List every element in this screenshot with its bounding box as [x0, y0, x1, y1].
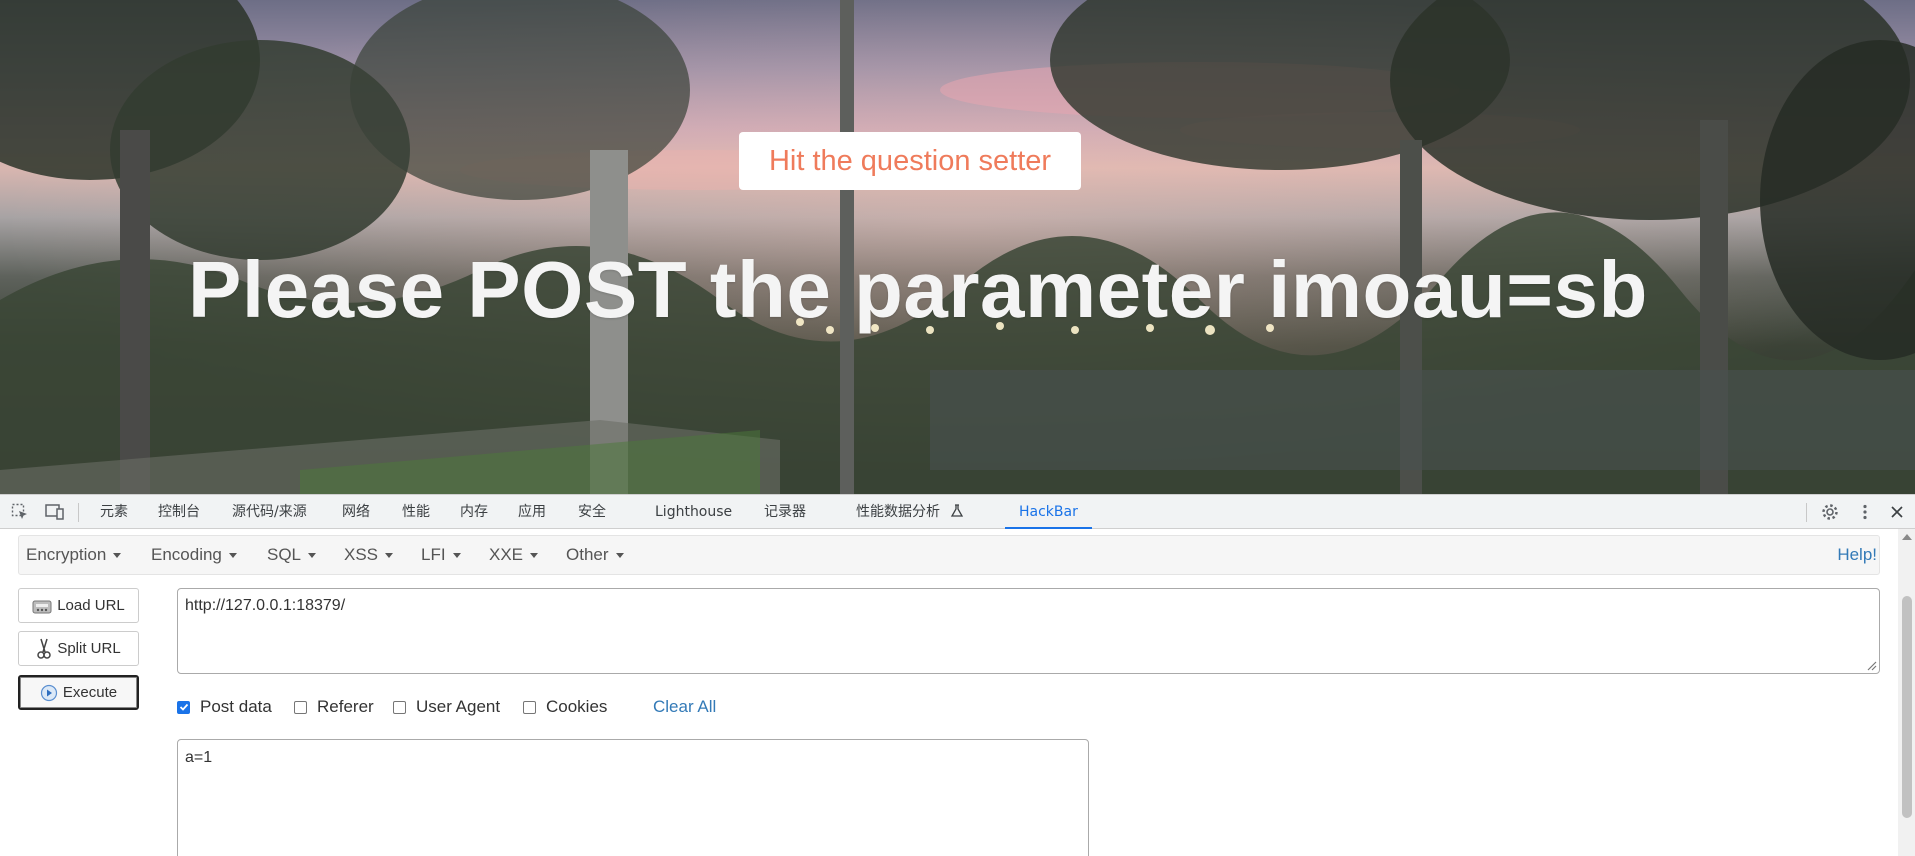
menu-encoding[interactable]: Encoding [151, 536, 237, 574]
caret-down-icon [228, 553, 237, 559]
menu-lfi[interactable]: LFI [421, 536, 461, 574]
checkbox-unchecked[interactable] [393, 700, 406, 714]
menu-encryption[interactable]: Encryption [26, 536, 122, 574]
checkbox-unchecked[interactable] [523, 700, 536, 714]
caret-down-icon [452, 553, 461, 559]
cookies-label: Cookies [546, 697, 608, 716]
caret-down-icon [530, 553, 539, 559]
menu-xxe[interactable]: XXE [489, 536, 539, 574]
load-url-button[interactable]: Load URL [18, 588, 139, 623]
user-agent-label: User Agent [416, 697, 501, 716]
menu-sql[interactable]: SQL [267, 536, 317, 574]
tab-console[interactable]: 控制台 [158, 495, 200, 529]
post-data-toggle[interactable]: Post data [177, 692, 272, 722]
more-options-icon[interactable] [1855, 503, 1875, 521]
menu-xss[interactable]: XSS [344, 536, 394, 574]
tab-sources[interactable]: 源代码/来源 [232, 495, 307, 529]
devtools-tab-bar: 元素 控制台 源代码/来源 网络 性能 内存 应用 安全 Lighthouse … [0, 494, 1915, 529]
page-headline: Please POST the parameter imoau=sb [188, 245, 1648, 334]
close-devtools-icon[interactable] [1887, 503, 1907, 521]
referer-toggle[interactable]: Referer [294, 692, 374, 722]
play-icon [40, 684, 57, 701]
hackbar-menu-bar: Encryption Encoding SQL XSS LFI XXE Othe… [18, 535, 1880, 575]
hackbar-panel: Encryption Encoding SQL XSS LFI XXE Othe… [0, 529, 1898, 856]
caret-down-icon [615, 553, 624, 559]
user-agent-toggle[interactable]: User Agent [393, 692, 500, 722]
tab-performance-insights-label: 性能数据分析 [856, 504, 940, 520]
caret-down-icon [308, 553, 317, 559]
split-url-label: Split URL [57, 640, 121, 657]
referer-label: Referer [317, 697, 374, 716]
hit-question-setter-button[interactable]: Hit the question setter [739, 132, 1081, 190]
help-link[interactable]: Help! [1837, 536, 1877, 574]
post-data-input[interactable]: a=1 [177, 739, 1089, 856]
page-viewport: Hit the question setter Please POST the … [0, 0, 1915, 494]
url-input[interactable]: http://127.0.0.1:18379/ [177, 588, 1880, 674]
menu-xss-label: XSS [344, 545, 379, 564]
checkbox-checked[interactable] [177, 700, 190, 714]
tab-lighthouse[interactable]: Lighthouse [655, 495, 732, 529]
clear-all-link[interactable]: Clear All [653, 692, 716, 722]
post-data-label: Post data [200, 697, 272, 716]
tab-recorder[interactable]: 记录器 [764, 495, 806, 529]
menu-encoding-label: Encoding [151, 545, 222, 564]
checkbox-unchecked[interactable] [294, 700, 307, 714]
tab-network[interactable]: 网络 [342, 495, 370, 529]
tab-hackbar[interactable]: HackBar [1005, 495, 1092, 529]
caret-down-icon [113, 553, 122, 559]
menu-lfi-label: LFI [421, 545, 446, 564]
settings-gear-icon[interactable] [1820, 503, 1840, 521]
experiment-flask-icon [951, 504, 964, 517]
device-toolbar-icon[interactable] [45, 503, 65, 521]
menu-other-label: Other [566, 545, 609, 564]
split-url-button[interactable]: Split URL [18, 631, 139, 666]
scissors-icon [37, 638, 52, 659]
tab-performance[interactable]: 性能 [402, 495, 430, 529]
cookies-toggle[interactable]: Cookies [523, 692, 607, 722]
tab-security[interactable]: 安全 [578, 495, 606, 529]
tab-memory[interactable]: 内存 [460, 495, 488, 529]
resize-handle-icon[interactable] [1866, 660, 1877, 671]
inspect-element-icon[interactable] [10, 503, 30, 521]
tab-performance-insights[interactable]: 性能数据分析 [856, 495, 964, 529]
menu-xxe-label: XXE [489, 545, 524, 564]
toolbar-divider [1806, 503, 1807, 522]
menu-other[interactable]: Other [566, 536, 624, 574]
execute-button[interactable]: Execute [18, 675, 139, 710]
load-url-label: Load URL [57, 597, 125, 614]
tab-elements[interactable]: 元素 [100, 495, 128, 529]
scrollbar-thumb[interactable] [1902, 596, 1912, 818]
load-url-icon [32, 600, 52, 613]
caret-down-icon [385, 553, 394, 559]
tab-application[interactable]: 应用 [518, 495, 546, 529]
toolbar-divider [78, 503, 79, 522]
menu-encryption-label: Encryption [26, 545, 107, 564]
menu-sql-label: SQL [267, 545, 302, 564]
execute-label: Execute [62, 684, 118, 701]
scroll-up-arrow-icon[interactable] [1902, 534, 1912, 540]
